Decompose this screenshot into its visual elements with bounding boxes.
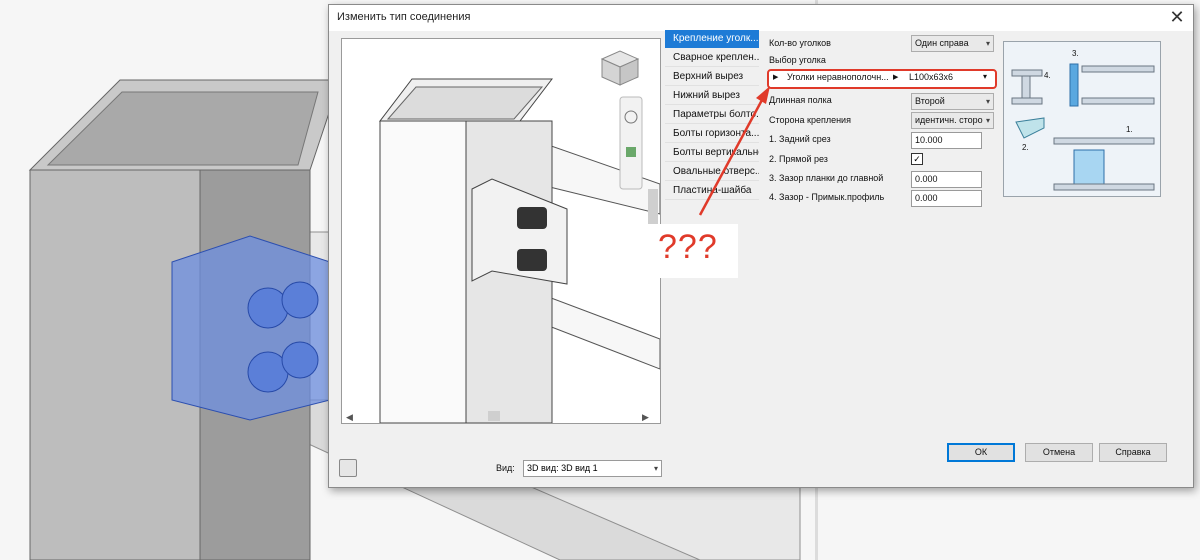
tab-top-cope[interactable]: Верхний вырез [665, 68, 759, 86]
change-connection-type-dialog: Изменить тип соединения ✕ ◀ ▶ Крепление … [328, 4, 1194, 488]
connection-diagram: 3. 4. 2. 1. [1003, 41, 1161, 197]
plate-gap-field[interactable]: 0.000 [911, 171, 982, 188]
diagram-label-3: 3. [1072, 49, 1079, 58]
diagram-label-1: 1. [1126, 125, 1133, 134]
expand-arrow-icon-2: ▶ [893, 74, 899, 81]
tab-vertical-bolts[interactable]: Болты вертикально [665, 144, 759, 162]
long-leg-label: Длинная полка [769, 95, 832, 105]
straight-cut-label: 2. Прямой рез [769, 154, 828, 164]
dialog-titlebar: Изменить тип соединения ✕ [329, 5, 1193, 31]
straight-cut-checkbox[interactable]: ✓ [911, 153, 923, 165]
view-value: 3D вид: 3D вид 1 [527, 463, 598, 473]
svg-text:▶: ▶ [642, 412, 649, 422]
view-select[interactable]: 3D вид: 3D вид 1 ▾ [523, 460, 662, 477]
tab-bottom-cope[interactable]: Нижний вырез [665, 87, 759, 105]
angle-count-value: Один справа [915, 38, 969, 48]
side-select[interactable]: идентичн. сторо ▾ [911, 112, 994, 129]
view-label: Вид: [496, 463, 515, 473]
tab-angle-connection[interactable]: Крепление уголк... [665, 30, 759, 48]
diagram-label-2: 2. [1022, 143, 1029, 152]
rear-cut-field[interactable]: 10.000 [911, 132, 982, 149]
tab-list: Крепление уголк... Сварное креплен... Ве… [665, 30, 759, 201]
ok-button[interactable]: ОК [947, 443, 1015, 462]
dialog-title: Изменить тип соединения [337, 11, 471, 23]
cancel-button[interactable]: Отмена [1025, 443, 1093, 462]
side-value: идентичн. сторо [915, 115, 983, 125]
tab-slotted-holes[interactable]: Овальные отверс... [665, 163, 759, 181]
tab-horizontal-bolts[interactable]: Болты горизонта... [665, 125, 759, 143]
connection-schematic: 3. 4. 2. 1. [1011, 49, 1155, 191]
help-button[interactable]: Справка [1099, 443, 1167, 462]
plate-gap-label: 3. Зазор планки до главной [769, 173, 884, 183]
long-leg-select[interactable]: Второй ▾ [911, 93, 994, 110]
connection-preview[interactable]: ◀ ▶ [341, 38, 661, 424]
expand-arrow-icon: ▶ [773, 74, 779, 81]
rear-cut-label: 1. Задний срез [769, 134, 831, 144]
profile-gap-field[interactable]: 0.000 [911, 190, 982, 207]
tab-washer-plate[interactable]: Пластина-шайба [665, 182, 759, 200]
chevron-down-icon: ▾ [985, 116, 990, 125]
chevron-down-icon: ▾ [985, 39, 990, 48]
angle-count-select[interactable]: Один справа ▾ [911, 35, 994, 52]
home-view-button[interactable] [339, 459, 357, 477]
chevron-down-icon: ▾ [983, 72, 988, 81]
angle-type-selector[interactable]: ▶ Уголки неравнополочн... ▶ L100x63x6 ▾ [767, 69, 997, 89]
angle-select-label: Выбор уголка [769, 55, 826, 65]
tab-welded-connection[interactable]: Сварное креплен... [665, 49, 759, 67]
close-icon[interactable]: ✕ [1167, 7, 1187, 27]
diagram-label-4: 4. [1044, 71, 1051, 80]
profile-gap-label: 4. Зазор - Примык.профиль [769, 192, 885, 202]
chevron-down-icon: ▾ [653, 464, 658, 473]
preview-3d-model: ◀ ▶ [342, 39, 660, 423]
chevron-down-icon: ▾ [985, 97, 990, 106]
annotation-question-marks: ??? [658, 228, 718, 266]
tab-bolt-parameters[interactable]: Параметры болто... [665, 106, 759, 124]
angle-count-label: Кол-во уголков [769, 38, 831, 48]
angle-size-value: L100x63x6 [909, 72, 954, 82]
svg-text:◀: ◀ [346, 412, 353, 422]
angle-family-value: Уголки неравнополочн... [787, 72, 889, 82]
side-label: Сторона крепления [769, 115, 851, 125]
long-leg-value: Второй [915, 96, 945, 106]
